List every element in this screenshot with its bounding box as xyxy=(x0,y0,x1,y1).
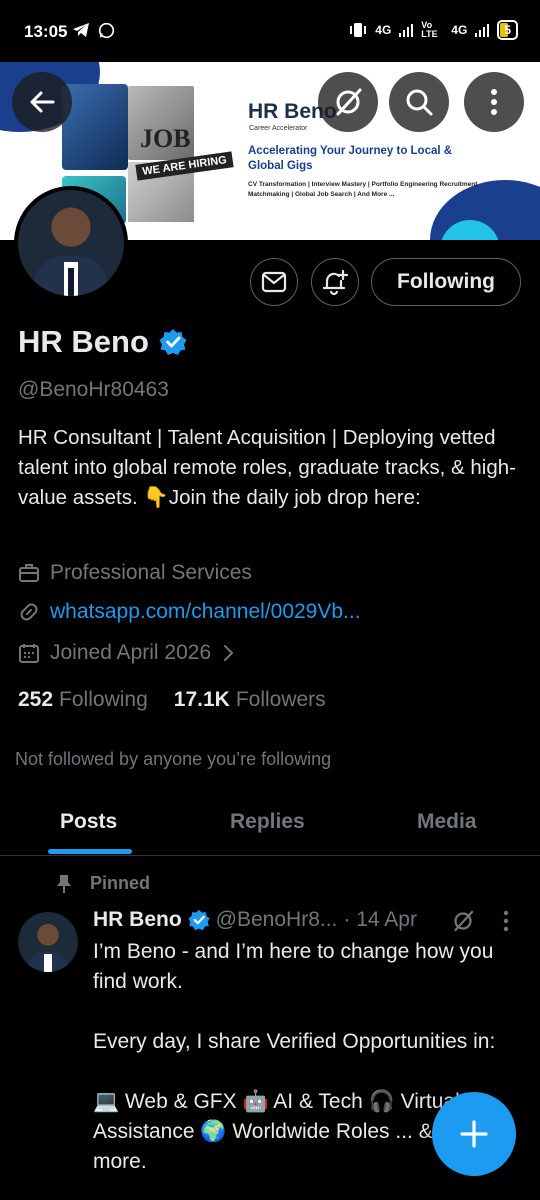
battery-indicator: 5 xyxy=(497,20,518,40)
plus-icon xyxy=(460,1120,488,1148)
link-icon xyxy=(20,603,38,621)
post-grok-button[interactable] xyxy=(451,909,475,938)
banner-brand-sub: Career Accelerator xyxy=(249,125,308,132)
post-header: HR Beno @BenoHr8... · 14 Apr xyxy=(93,908,417,932)
post-avatar[interactable] xyxy=(18,912,78,972)
profile-joined[interactable]: Joined April 2026 xyxy=(18,641,235,665)
following-button[interactable]: Following xyxy=(371,258,521,306)
active-tab-indicator xyxy=(48,849,132,854)
follow-stats: 252 Following 17.1K Followers xyxy=(18,688,326,712)
not-followed-text: Not followed by anyone you’re following xyxy=(15,749,332,769)
status-time: 13:05 xyxy=(24,22,68,41)
tab-replies[interactable]: Replies xyxy=(230,810,305,834)
grok-icon xyxy=(336,88,362,116)
network-4g-2: 4G xyxy=(451,23,468,37)
briefcase-icon xyxy=(19,564,39,582)
post-handle[interactable]: @BenoHr8... xyxy=(216,908,338,932)
banner-tagline: Accelerating Your Journey to Local & Glo… xyxy=(248,145,453,172)
category-text: Professional Services xyxy=(50,561,252,584)
profile-link[interactable]: whatsapp.com/channel/0029Vb... xyxy=(18,600,361,624)
telegram-icon xyxy=(73,23,89,37)
profile-avatar[interactable] xyxy=(14,186,128,300)
chevron-right-icon xyxy=(224,645,234,661)
post-author[interactable]: HR Beno xyxy=(93,908,182,932)
signal-icon xyxy=(399,24,414,37)
search-button[interactable] xyxy=(389,72,449,132)
verified-badge-icon[interactable] xyxy=(159,328,187,356)
profile-bio: HR Consultant | Talent Acquisition | Dep… xyxy=(18,426,516,509)
more-vertical-icon xyxy=(503,910,509,932)
status-right: 4G Vo LTE 4G 5 xyxy=(349,20,518,40)
status-bar: 13:05 4G Vo LTE 4G 5 xyxy=(0,0,540,62)
back-arrow-icon xyxy=(30,91,55,113)
pinned-label-row: Pinned xyxy=(56,873,150,894)
banner-photo xyxy=(62,84,128,170)
signal-icon-2 xyxy=(475,24,490,37)
profile-handle: @BenoHr80463 xyxy=(18,378,169,401)
bell-plus-icon xyxy=(322,269,349,296)
pinned-label: Pinned xyxy=(90,873,151,893)
verified-badge-icon xyxy=(188,909,210,931)
following-stat[interactable]: 252 Following xyxy=(18,688,148,712)
whatsapp-icon xyxy=(98,22,115,39)
profile-name-row: HR Beno xyxy=(18,324,187,360)
banner-job-text: JOB xyxy=(140,124,191,153)
pin-icon xyxy=(57,874,71,893)
message-button[interactable] xyxy=(250,258,298,306)
profile-name: HR Beno xyxy=(18,324,149,359)
vibrate-icon xyxy=(350,23,367,37)
grok-icon xyxy=(454,910,474,932)
more-vertical-icon xyxy=(491,89,497,115)
search-icon xyxy=(406,89,433,116)
followers-stat[interactable]: 17.1K Followers xyxy=(174,688,326,712)
post-more-button[interactable] xyxy=(503,910,509,937)
mail-icon xyxy=(261,271,287,293)
link-text[interactable]: whatsapp.com/channel/0029Vb... xyxy=(50,600,361,624)
notifications-button[interactable] xyxy=(311,258,359,306)
calendar-icon xyxy=(19,644,39,663)
status-notification-icons xyxy=(72,22,115,39)
grok-button[interactable] xyxy=(318,72,378,132)
more-options-button[interactable] xyxy=(464,72,524,132)
post-time[interactable]: · 14 Apr xyxy=(343,908,417,932)
joined-text: Joined April 2026 xyxy=(50,641,212,664)
network-4g-1: 4G xyxy=(375,23,392,37)
back-button[interactable] xyxy=(12,72,72,132)
tab-media[interactable]: Media xyxy=(417,810,477,834)
profile-tabs: Posts Replies Media xyxy=(0,796,540,856)
compose-button[interactable] xyxy=(432,1092,516,1176)
volte-label: Vo LTE xyxy=(421,20,438,39)
profile-category: Professional Services xyxy=(18,561,252,585)
banner-services: CV Transformation | Interview Mastery | … xyxy=(248,181,478,198)
tab-posts[interactable]: Posts xyxy=(60,810,117,834)
